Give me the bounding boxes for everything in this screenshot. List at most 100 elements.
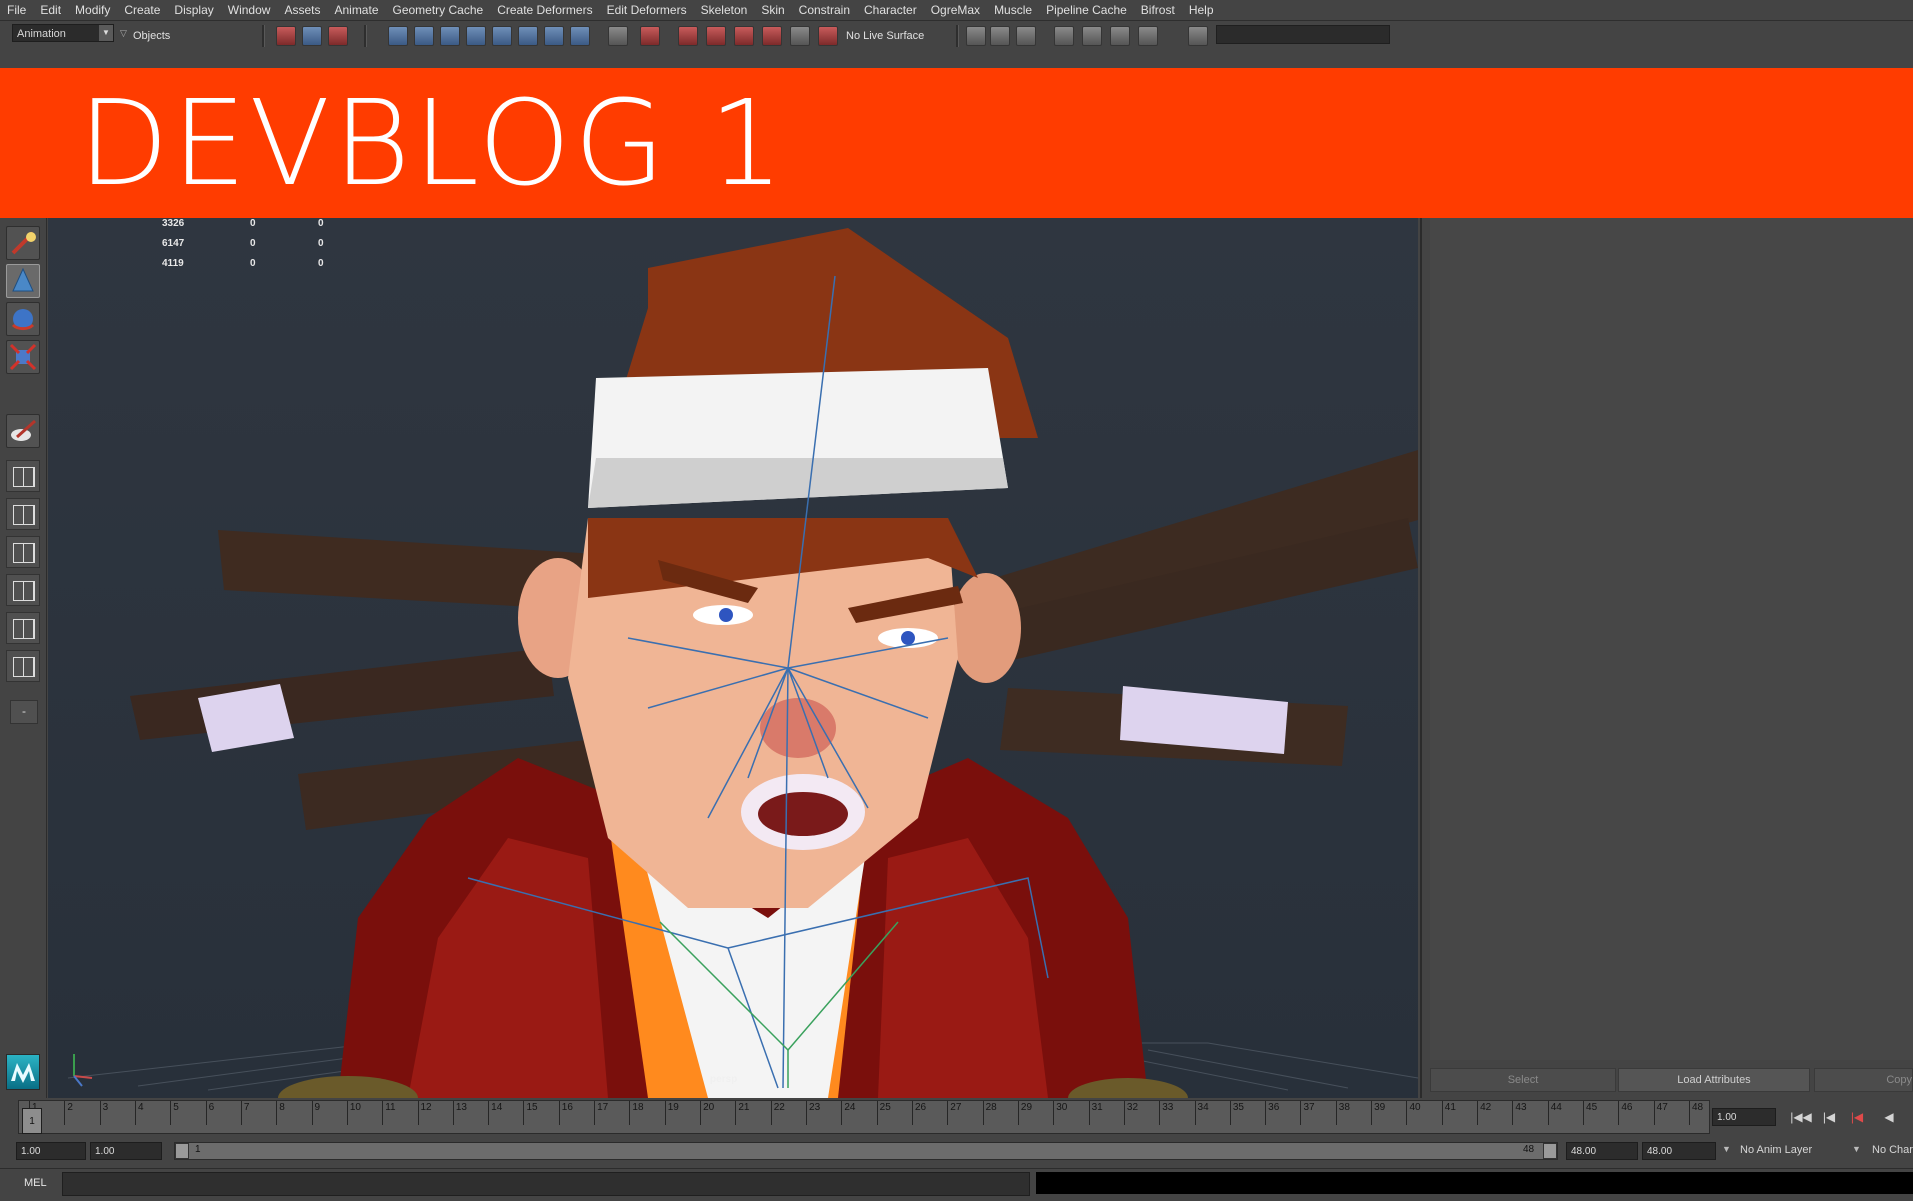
frame-tick bbox=[1017, 1101, 1019, 1125]
frame-tick bbox=[346, 1101, 348, 1125]
menu-item-create[interactable]: Create bbox=[117, 3, 167, 17]
select-by-object-icon[interactable] bbox=[302, 26, 322, 46]
menu-item-constrain[interactable]: Constrain bbox=[792, 3, 857, 17]
animation-end-field[interactable]: 48.00 bbox=[1642, 1142, 1716, 1160]
frame-tick bbox=[1477, 1101, 1479, 1125]
construction-history-icon[interactable] bbox=[640, 26, 660, 46]
more-layouts-icon[interactable]: - bbox=[10, 700, 38, 724]
select-by-component-icon[interactable] bbox=[328, 26, 348, 46]
menu-set-selector[interactable]: Animation ▼ bbox=[12, 24, 114, 42]
menu-item-muscle[interactable]: Muscle bbox=[987, 3, 1039, 17]
snap-component-icon[interactable] bbox=[544, 26, 564, 46]
playback-range-bar[interactable]: 1 48 bbox=[174, 1142, 1558, 1160]
ipr-render-icon[interactable] bbox=[706, 26, 726, 46]
menu-item-edit-deformers[interactable]: Edit Deformers bbox=[600, 3, 694, 17]
playback-start-field[interactable]: 1.00 bbox=[90, 1142, 162, 1160]
select-tool-icon[interactable] bbox=[6, 226, 40, 260]
render-settings-icon[interactable] bbox=[734, 26, 754, 46]
menu-item-window[interactable]: Window bbox=[221, 3, 278, 17]
mel-input[interactable] bbox=[62, 1172, 1030, 1196]
animation-start-field[interactable]: 1.00 bbox=[16, 1142, 86, 1160]
move-tool-icon[interactable] bbox=[6, 264, 40, 298]
input-line-icon[interactable] bbox=[1188, 26, 1208, 46]
menu-item-character[interactable]: Character bbox=[857, 3, 924, 17]
help-question-icon[interactable] bbox=[570, 26, 590, 46]
menu-item-modify[interactable]: Modify bbox=[68, 3, 117, 17]
menu-item-skin[interactable]: Skin bbox=[754, 3, 791, 17]
select-by-hierarchy-icon[interactable] bbox=[276, 26, 296, 46]
menu-item-edit[interactable]: Edit bbox=[33, 3, 68, 17]
hypershade-persp-layout-icon[interactable] bbox=[6, 612, 40, 644]
outliner-persp-layout-icon[interactable] bbox=[6, 536, 40, 568]
live-surface-label[interactable]: No Live Surface bbox=[846, 30, 924, 42]
persp-graph-outliner-layout-icon[interactable] bbox=[6, 650, 40, 682]
frame-tick-label: 11 bbox=[385, 1102, 396, 1113]
go-to-start-icon[interactable]: |◀◀ bbox=[1790, 1107, 1812, 1127]
snap-curve-icon[interactable] bbox=[414, 26, 434, 46]
magnet-icon[interactable] bbox=[790, 26, 810, 46]
menu-item-geometry-cache[interactable]: Geometry Cache bbox=[386, 3, 491, 17]
menu-item-assets[interactable]: Assets bbox=[277, 3, 327, 17]
four-view-layout-icon[interactable] bbox=[6, 498, 40, 530]
frame-tick bbox=[1159, 1101, 1161, 1125]
range-start-handle[interactable] bbox=[175, 1143, 189, 1159]
menu-item-animate[interactable]: Animate bbox=[327, 3, 385, 17]
frame-tick bbox=[134, 1101, 136, 1125]
menu-item-file[interactable]: File bbox=[0, 3, 33, 17]
chevron-down-icon[interactable]: ▼ bbox=[1722, 1144, 1731, 1154]
frame-tick-label: 8 bbox=[279, 1102, 285, 1113]
menu-item-skeleton[interactable]: Skeleton bbox=[694, 3, 755, 17]
live-surface-icon[interactable] bbox=[818, 26, 838, 46]
tool-settings-icon[interactable] bbox=[990, 26, 1010, 46]
dropdown-arrow-icon[interactable]: ▽ bbox=[120, 28, 127, 39]
menu-item-create-deformers[interactable]: Create Deformers bbox=[490, 3, 599, 17]
frame-tick-label: 47 bbox=[1656, 1102, 1668, 1113]
rotate-tool-icon[interactable] bbox=[6, 302, 40, 336]
time-slider[interactable]: 1234567891011121314151617181920212223242… bbox=[18, 1100, 1710, 1134]
multi-film-icon[interactable] bbox=[1138, 26, 1158, 46]
menu-item-help[interactable]: Help bbox=[1182, 3, 1221, 17]
film-icon[interactable] bbox=[1082, 26, 1102, 46]
persp-graph-layout-icon[interactable] bbox=[6, 574, 40, 606]
hypershade-icon[interactable] bbox=[762, 26, 782, 46]
range-start-label: 1 bbox=[195, 1144, 201, 1155]
attribute-editor-toggle-icon[interactable] bbox=[1016, 26, 1036, 46]
select-button[interactable]: Select bbox=[1430, 1068, 1616, 1092]
mel-label[interactable]: MEL bbox=[24, 1177, 47, 1189]
range-end-handle[interactable] bbox=[1543, 1143, 1557, 1159]
frame-tick bbox=[735, 1101, 737, 1125]
character-set-selector[interactable]: No Character Set bbox=[1872, 1144, 1913, 1156]
snap-grid-icon[interactable] bbox=[388, 26, 408, 46]
playback-end-field[interactable]: 48.00 bbox=[1566, 1142, 1638, 1160]
play-backwards-icon[interactable]: ◀ bbox=[1878, 1107, 1900, 1127]
hud-row: 6147 0 0 bbox=[56, 238, 346, 258]
selection-mask-label[interactable]: Objects bbox=[133, 30, 170, 42]
film-strip-icon[interactable] bbox=[1110, 26, 1130, 46]
menu-item-display[interactable]: Display bbox=[167, 3, 220, 17]
current-frame-marker[interactable]: 1 bbox=[22, 1108, 42, 1134]
load-attributes-button[interactable]: Load Attributes bbox=[1618, 1068, 1810, 1092]
step-back-key-icon[interactable]: |◀ bbox=[1846, 1107, 1868, 1127]
perspective-viewport[interactable] bbox=[48, 218, 1418, 1098]
current-time-field[interactable]: 1.00 bbox=[1712, 1108, 1776, 1126]
copy-tab-button[interactable]: Copy bbox=[1814, 1068, 1913, 1092]
render-icon[interactable] bbox=[678, 26, 698, 46]
paint-tool-icon[interactable] bbox=[6, 414, 40, 448]
anim-layer-selector[interactable]: No Anim Layer bbox=[1740, 1144, 1812, 1156]
menu-item-bifrost[interactable]: Bifrost bbox=[1134, 3, 1182, 17]
quick-command-input[interactable] bbox=[1216, 25, 1390, 44]
snap-point-icon[interactable] bbox=[440, 26, 460, 46]
snap-surface-icon[interactable] bbox=[492, 26, 512, 46]
lock-icon[interactable] bbox=[608, 26, 628, 46]
snap-mesh-icon[interactable] bbox=[518, 26, 538, 46]
sidebar-toggle-icon[interactable] bbox=[966, 26, 986, 46]
scale-tool-icon[interactable] bbox=[6, 340, 40, 374]
single-perspective-layout-icon[interactable] bbox=[6, 460, 40, 492]
snap-view-plane-icon[interactable] bbox=[466, 26, 486, 46]
chevron-down-icon[interactable]: ▼ bbox=[1852, 1144, 1861, 1154]
step-back-frame-icon[interactable]: |◀ bbox=[1818, 1107, 1840, 1127]
frame-tick-label: 28 bbox=[985, 1102, 997, 1113]
menu-item-ogremax[interactable]: OgreMax bbox=[924, 3, 987, 17]
menu-item-pipeline-cache[interactable]: Pipeline Cache bbox=[1039, 3, 1134, 17]
clapper-icon[interactable] bbox=[1054, 26, 1074, 46]
